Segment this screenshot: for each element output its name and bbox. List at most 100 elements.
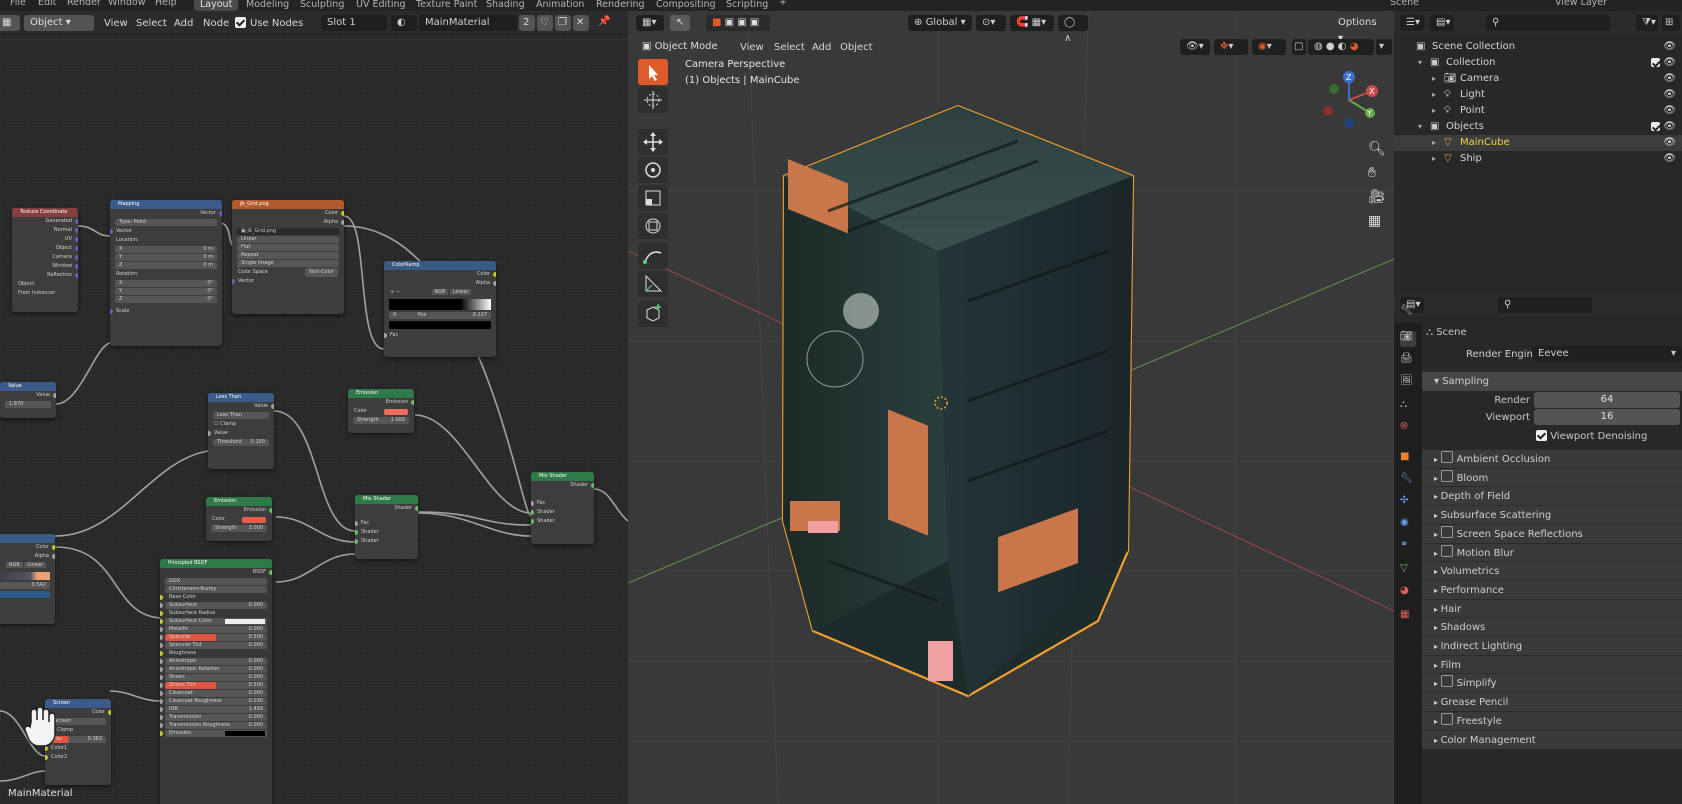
ramp-controls[interactable]: + − RGB Linear (384, 288, 496, 297)
panel-header[interactable]: ▸ Ambient Occlusion (1422, 449, 1682, 468)
menu-select[interactable]: Select (774, 42, 805, 53)
ramp-color-swatch[interactable] (0, 591, 50, 598)
bsdf-input-row[interactable]: Emission (160, 730, 267, 737)
pivot-point-icon[interactable]: ⊙▾ (976, 15, 1006, 31)
outliner[interactable]: ☰▾ ▤▾ ⚲ ⧩▾ ⊞ ▣ Scene Collection 👁︎ ▾ ▣ Collec… (1394, 11, 1682, 293)
outliner-item[interactable]: ▣ Scene Collection 👁︎ (1394, 39, 1682, 55)
mapping-type-dropdown[interactable]: Type: Point (115, 219, 217, 226)
node-mapping[interactable]: Mapping Vector Type: Point Vector Locati… (110, 200, 222, 346)
view-layer-selector[interactable]: View Layer (1555, 0, 1607, 8)
node-less-than[interactable]: Less Than Value Less Than ☐ Clamp Value … (208, 393, 274, 469)
interpolation-dropdown[interactable]: Linear (237, 236, 339, 243)
visibility-eye-icon[interactable]: 👁︎ (1663, 39, 1676, 55)
select-tool-icon[interactable]: ↖ (670, 15, 690, 31)
bsdf-input-row[interactable]: Metallic 0.000 (160, 626, 267, 633)
output-tab-icon[interactable]: 🖨︎ (1400, 353, 1416, 369)
panel-header[interactable]: ▸ Color Management (1422, 729, 1682, 749)
tab-uv-editing[interactable]: UV Editing (350, 0, 412, 11)
scale-tool[interactable] (638, 185, 668, 211)
gizmo-toggle-icon[interactable]: ✥▾ (1214, 39, 1248, 55)
bsdf-input-row[interactable]: Anisotropic Rotation 0.000 (160, 666, 267, 673)
rotation-x-field[interactable]: X 0° (115, 280, 217, 287)
menu-help[interactable]: Help (155, 0, 177, 8)
expand-arrow-icon[interactable]: ▸ (1432, 87, 1436, 103)
bsdf-input-row[interactable]: Base Color (160, 594, 267, 601)
panel-header[interactable]: ▸ Subsurface Scattering (1422, 505, 1682, 525)
location-z-field[interactable]: Z0 m (115, 262, 217, 269)
bsdf-input-row[interactable]: Transmission Roughness 0.000 (160, 722, 267, 729)
xray-toggle-icon[interactable]: ▢ (1292, 39, 1306, 55)
pan-hand-icon[interactable]: ✋︎ (1368, 165, 1376, 181)
filter-icon[interactable]: ⧩▾ (1636, 15, 1658, 31)
physics-tab-icon[interactable]: ◉ (1400, 517, 1416, 533)
distribution-dropdown[interactable]: GGX (165, 578, 267, 585)
ramp-position-field[interactable]: 0 Pos 0.227 (389, 312, 491, 319)
node-mix-shader-left[interactable]: Mix Shader Shader Fac Shader Shader (355, 495, 418, 559)
main-cube-object[interactable] (768, 101, 1188, 761)
menu-view[interactable]: View (740, 42, 764, 53)
visibility-icon[interactable]: 👁▾ (1180, 39, 1210, 55)
texture-tab-icon[interactable]: ▦ (1400, 609, 1416, 625)
input-color[interactable]: Color (206, 515, 272, 524)
viewport-samples-field[interactable]: 16 (1534, 409, 1680, 425)
shading-options-icon[interactable]: ▾ (1376, 39, 1392, 55)
visibility-eye-icon[interactable]: 👁︎ (1663, 103, 1676, 119)
subsurface-method-dropdown[interactable]: Christensen-Burley (165, 586, 267, 593)
world-tab-icon[interactable]: 🌐︎ (1400, 421, 1416, 437)
new-collection-icon[interactable]: ⊞ (1662, 15, 1680, 31)
node-value[interactable]: Value Value 1.870 (0, 382, 56, 418)
blend-mode-dropdown[interactable]: Screen (50, 718, 106, 725)
transform-tool[interactable] (638, 213, 668, 239)
menu-object[interactable]: Object (840, 42, 873, 53)
from-instancer-checkbox[interactable]: From Instancer (12, 289, 78, 298)
panel-header[interactable]: ▸ Film (1422, 654, 1682, 674)
panel-header[interactable]: ▸ Grease Pencil (1422, 692, 1682, 712)
node-principled-bsdf[interactable]: Principled BSDF BSDF GGX Christensen-Bur… (160, 559, 272, 804)
outliner-item[interactable]: ▾ ▣ Collection 👁︎ (1394, 55, 1682, 71)
menu-edit[interactable]: Edit (38, 0, 56, 8)
panel-header[interactable]: ▸ Performance (1422, 579, 1682, 599)
panel-sampling[interactable]: ▾ Sampling (1422, 371, 1682, 391)
color-ramp-gradient[interactable] (389, 299, 491, 310)
ramp-controls[interactable]: RGB Linear (0, 561, 55, 570)
projection-dropdown[interactable]: Flat (237, 244, 339, 251)
cursor-tool[interactable] (638, 87, 668, 113)
location-x-field[interactable]: X0 m (115, 246, 217, 253)
options-dropdown[interactable]: Options ▾ (1332, 15, 1388, 44)
bsdf-input-row[interactable]: Roughness (160, 650, 267, 657)
particles-tab-icon[interactable]: ✣ (1400, 495, 1416, 511)
panel-enable-checkbox[interactable] (1440, 525, 1453, 538)
shading-mode-buttons[interactable]: ◍ ● ◐ ◕ (1308, 39, 1374, 55)
clamp-checkbox[interactable]: ☐ Clamp (208, 420, 274, 429)
scene-selector[interactable]: Scene (1390, 0, 1419, 8)
panel-header[interactable]: ▸ Freestyle (1422, 710, 1682, 730)
render-engine-dropdown[interactable]: Eevee ▾ (1532, 346, 1682, 362)
ramp-color-swatch[interactable] (389, 321, 491, 329)
tab-compositing[interactable]: Compositing (650, 0, 722, 11)
camera-view-icon[interactable]: 🎥︎ (1368, 189, 1386, 205)
panel-enable-checkbox[interactable] (1440, 712, 1453, 725)
expand-arrow-icon[interactable]: ▸ (1432, 151, 1436, 167)
node-emission-top[interactable]: Emission Emission Color Strength 1.000 (348, 389, 414, 433)
ramp-position-field[interactable]: 0.542 (0, 582, 50, 589)
zoom-icon[interactable]: 🔍︎ (1368, 141, 1386, 157)
rotation-y-field[interactable]: Y 0° (115, 288, 217, 295)
exclude-checkbox[interactable] (1651, 58, 1660, 67)
render-tab-icon[interactable]: 📷︎ (1400, 331, 1416, 347)
transform-orientation-dropdown[interactable]: ⊕ Global ▾ (908, 15, 972, 31)
expand-arrow-icon[interactable]: ▾ (1418, 119, 1422, 135)
source-dropdown[interactable]: Single Image (237, 260, 339, 267)
tab-layout[interactable]: Layout (194, 0, 239, 11)
constraints-tab-icon[interactable]: ⚭ (1400, 539, 1416, 555)
menu-render[interactable]: Render (67, 0, 101, 8)
perspective-toggle-icon[interactable]: ▦ (1368, 213, 1381, 229)
strength-field[interactable]: Strength 3.000 (211, 525, 267, 532)
node-offscreen-colorramp[interactable]: Color Alpha RGB Linear 0.542 (0, 534, 55, 624)
object-mode-dropdown[interactable]: ▣ Object Mode ▾ (636, 39, 726, 68)
rotation-z-field[interactable]: Z 0° (115, 296, 217, 303)
bsdf-input-row[interactable]: Transmission 0.000 (160, 714, 267, 721)
visibility-eye-icon[interactable]: 👁︎ (1663, 151, 1676, 167)
overlays-toggle-icon[interactable]: ◉▾ (1252, 39, 1286, 55)
exclude-checkbox[interactable] (1651, 122, 1660, 131)
bsdf-input-row[interactable]: Subsurface Radius (160, 610, 267, 617)
